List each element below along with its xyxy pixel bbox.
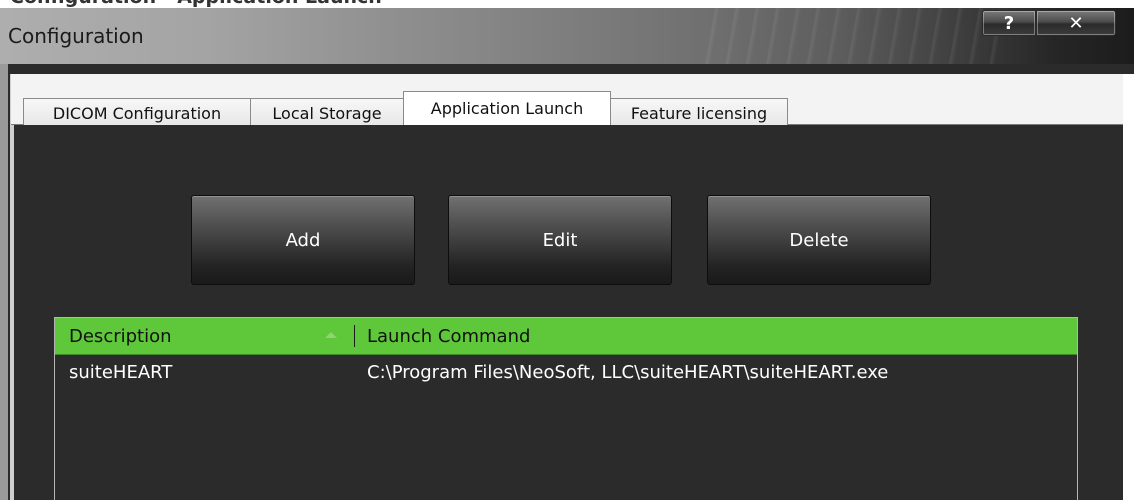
tab-label: Application Launch [430, 99, 584, 118]
sort-ascending-icon [325, 332, 337, 338]
tab-label: DICOM Configuration [52, 104, 222, 123]
tab-local-storage[interactable]: Local Storage [250, 98, 404, 128]
column-header-description[interactable]: Description [69, 318, 172, 354]
column-separator[interactable] [354, 325, 355, 347]
tab-dicom-configuration[interactable]: DICOM Configuration [23, 98, 251, 128]
tab-label: Local Storage [272, 104, 382, 123]
tab-application-launch[interactable]: Application Launch [403, 91, 611, 125]
tab-feature-licensing[interactable]: Feature licensing [610, 98, 788, 128]
tab-bar: DICOM Configuration Local Storage Applic… [11, 74, 1123, 128]
window-title: Configuration [8, 24, 144, 48]
edit-button[interactable]: Edit [448, 195, 672, 285]
screenshot: Configuration - Application Launch Confi… [0, 0, 1134, 500]
add-button[interactable]: Add [191, 195, 415, 285]
close-icon: ✕ [1068, 12, 1084, 34]
row-description: suiteHEART [69, 361, 173, 383]
close-button[interactable]: ✕ [1036, 10, 1116, 36]
table-row[interactable]: suiteHEART C:\Program Files\NeoSoft, LLC… [55, 355, 1077, 389]
help-button[interactable]: ? [982, 10, 1036, 36]
row-launch-command: C:\Program Files\NeoSoft, LLC\suiteHEART… [367, 361, 889, 383]
title-bar-decoration [700, 8, 1000, 64]
column-header-launch-command[interactable]: Launch Command [367, 318, 530, 354]
launch-command-table[interactable]: Description Launch Command suiteHEART C:… [54, 317, 1078, 500]
application-launch-panel: Add Edit Delete Description Launch Comma… [11, 125, 1123, 500]
table-header: Description Launch Command [55, 318, 1077, 355]
caption-heading: Configuration - Application Launch [10, 0, 382, 8]
dialog-client-area: DICOM Configuration Local Storage Applic… [10, 74, 1134, 500]
title-bar[interactable]: Configuration ? ✕ [0, 8, 1134, 64]
help-icon: ? [1003, 12, 1015, 34]
tab-label: Feature licensing [630, 104, 768, 123]
configuration-dialog: Configuration ? ✕ DICOM Configuration Lo… [0, 8, 1134, 500]
window-frame: DICOM Configuration Local Storage Applic… [0, 64, 1134, 500]
delete-button[interactable]: Delete [707, 195, 931, 285]
